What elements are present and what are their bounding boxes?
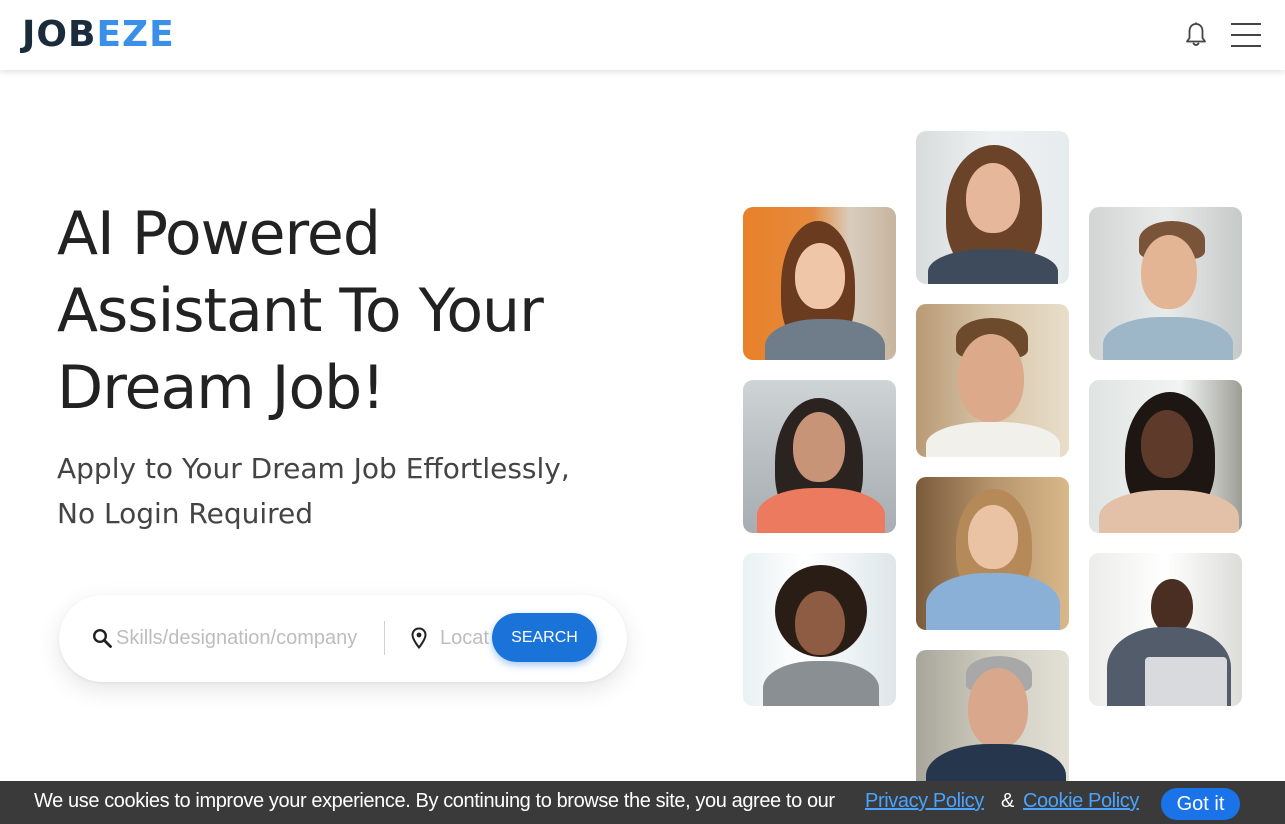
photo-woman-phone-call [1089,380,1242,533]
location-input[interactable] [440,623,490,653]
photo-woman-curly-hair [743,553,896,706]
subtitle-line-2: No Login Required [57,497,314,530]
photo-man-beard-phone [916,304,1069,457]
photo-woman-smiling-window [916,131,1069,284]
job-search-bar: SEARCH [59,595,627,682]
cookie-ampersand: & [1001,790,1015,812]
hero-subtitle: Apply to Your Dream Job Effortlessly, No… [57,446,617,536]
location-pin-icon [411,627,427,649]
logo-text-eze: EZE [96,14,175,55]
photo-man-laptop-office [1089,553,1242,706]
headline-line-3: Dream Job! [57,353,385,423]
privacy-policy-link[interactable]: Privacy Policy [865,790,984,813]
cookie-message: We use cookies to improve your experienc… [34,790,835,812]
cookie-consent-bar: We use cookies to improve your experienc… [0,781,1285,824]
photo-man-phone-headphones [1089,207,1242,360]
hero-headline: AI Powered Assistant To Your Dream Job! [57,196,677,427]
jobeze-logo[interactable]: JOBEZE [22,14,175,56]
top-navbar: JOBEZE [0,0,1285,70]
search-button[interactable]: SEARCH [492,613,597,662]
accept-cookies-button[interactable]: Got it [1161,788,1240,820]
subtitle-line-1: Apply to Your Dream Job Effortlessly, [57,452,570,485]
search-divider [384,621,385,655]
logo-text-job: JOB [22,14,97,55]
photo-woman-long-hair [743,380,896,533]
headline-line-1: AI Powered [57,199,381,269]
hamburger-menu-icon[interactable] [1230,22,1262,48]
photo-woman-orange-background [743,207,896,360]
skills-search-input[interactable] [116,623,378,653]
headline-line-2: Assistant To Your [57,276,544,346]
photo-woman-blonde-blue-shirt [916,477,1069,630]
search-icon [92,628,112,648]
cookie-policy-link[interactable]: Cookie Policy [1023,790,1139,813]
bell-icon[interactable] [1184,22,1208,48]
